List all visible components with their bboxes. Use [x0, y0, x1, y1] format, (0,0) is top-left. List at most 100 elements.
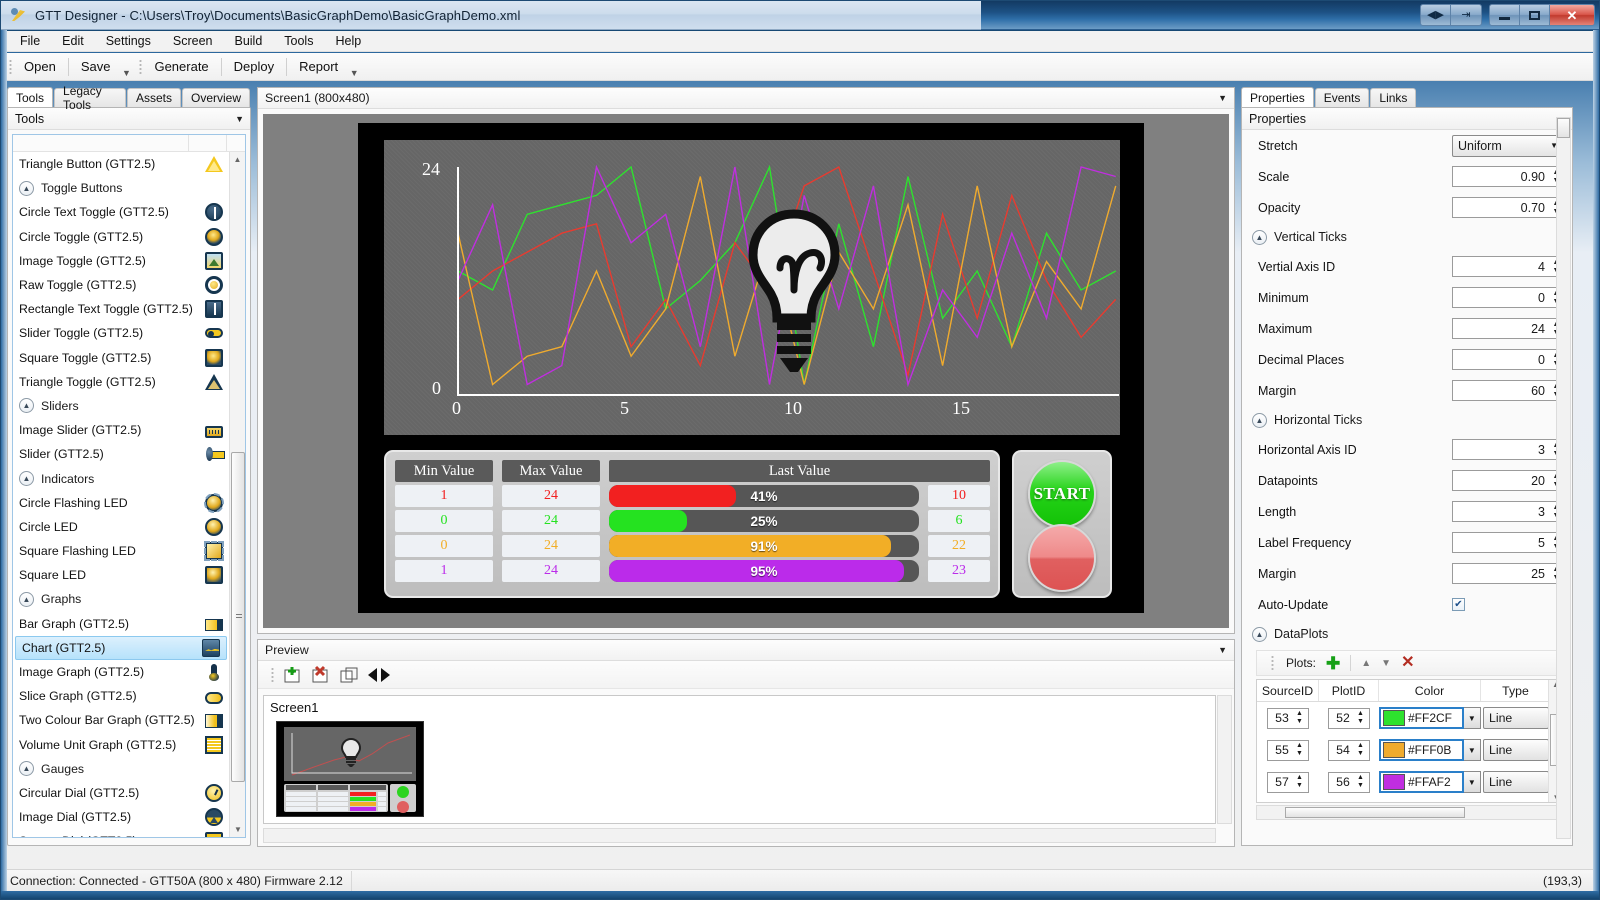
menu-screen[interactable]: Screen: [164, 32, 222, 50]
prev-next-screen-icons[interactable]: [366, 665, 394, 685]
tool-item-slider-gtt2-5[interactable]: Slider (GTT2.5): [13, 442, 229, 466]
scale-stepper[interactable]: 0.90 ▲▼: [1452, 166, 1564, 187]
group-vertical-ticks[interactable]: ▲ Vertical Ticks: [1242, 223, 1572, 251]
tool-item-volume-unit-graph-gtt2-5[interactable]: Volume Unit Graph (GTT2.5): [13, 733, 229, 757]
chart-widget[interactable]: 24 0 0 5 10 15: [384, 140, 1120, 435]
toolbar-grip-2[interactable]: [137, 57, 145, 76]
scroll-down-icon[interactable]: ▼: [230, 822, 245, 837]
stepper-arrows-icon[interactable]: ▲▼: [1296, 710, 1308, 726]
tools-group-graphs[interactable]: ▲ Graphs: [13, 587, 229, 611]
tools-group-toggle-buttons[interactable]: ▲ Toggle Buttons: [13, 176, 229, 200]
tools-group-indicators[interactable]: ▲ Indicators: [13, 466, 229, 490]
delete-plot-icon[interactable]: ✕: [1401, 655, 1414, 671]
restore-down-button[interactable]: ◀▶: [1421, 5, 1451, 25]
report-button[interactable]: Report: [289, 56, 348, 78]
values-panel[interactable]: Min Value Max Value Last Value 1 24 41% 10 0…: [384, 450, 1000, 598]
preview-horizontal-scrollbar[interactable]: [263, 828, 1216, 843]
minimize-button[interactable]: [1490, 5, 1520, 25]
tool-item-square-flashing-led[interactable]: Square Flashing LED: [13, 539, 229, 563]
tool-item-image-toggle-gtt2-5[interactable]: Image Toggle (GTT2.5): [13, 249, 229, 273]
tool-item-slice-graph-gtt2-5[interactable]: Slice Graph (GTT2.5): [13, 684, 229, 708]
tool-item-circle-toggle-gtt2-5[interactable]: Circle Toggle (GTT2.5): [13, 225, 229, 249]
preview-thumbnail[interactable]: [276, 721, 424, 817]
collapse-icon[interactable]: ▲: [1252, 626, 1267, 642]
tool-item-triangle-toggle-gtt2-5[interactable]: Triangle Toggle (GTT2.5): [13, 370, 229, 394]
move-plot-up-icon[interactable]: ▲: [1361, 658, 1371, 669]
tool-item-raw-toggle-gtt2-5[interactable]: Raw Toggle (GTT2.5): [13, 273, 229, 297]
generate-button[interactable]: Generate: [144, 56, 218, 78]
stepper-arrows-icon[interactable]: ▲▼: [1357, 742, 1369, 758]
toolbar-grip-1[interactable]: [7, 57, 14, 76]
menu-tools[interactable]: Tools: [275, 32, 322, 50]
plotid-stepper[interactable]: 52 ▲ ▼: [1328, 707, 1370, 729]
tab-events[interactable]: Events: [1314, 88, 1370, 107]
delete-screen-icon[interactable]: [310, 665, 332, 685]
tab-properties[interactable]: Properties: [1241, 87, 1314, 107]
stop-button[interactable]: [1028, 524, 1096, 592]
color-picker[interactable]: #FFF0B: [1379, 739, 1464, 761]
plotid-stepper[interactable]: 54 ▲ ▼: [1328, 739, 1370, 761]
tool-item-square-toggle-gtt2-5[interactable]: Square Toggle (GTT2.5): [13, 346, 229, 370]
menu-help[interactable]: Help: [326, 32, 370, 50]
collapse-icon[interactable]: ▲: [1252, 229, 1267, 245]
stepper-arrows-icon[interactable]: ▲▼: [1357, 710, 1369, 726]
close-button[interactable]: ✕: [1550, 5, 1594, 25]
tools-group-gauges[interactable]: ▲ Gauges: [13, 757, 229, 781]
collapse-icon[interactable]: ▲: [19, 471, 34, 487]
tool-item-image-dial-gtt2-5[interactable]: Image Dial (GTT2.5): [13, 805, 229, 829]
tools-list-scrollbar[interactable]: ▲ ▼: [229, 152, 245, 837]
sourceid-stepper[interactable]: 57 ▲ ▼: [1267, 771, 1309, 793]
tool-item-image-slider-gtt2-5[interactable]: Image Slider (GTT2.5): [13, 418, 229, 442]
menu-edit[interactable]: Edit: [53, 32, 93, 50]
field-stepper[interactable]: 4▲▼: [1452, 256, 1564, 277]
chevron-down-icon[interactable]: ▼: [1463, 739, 1481, 761]
field-stepper[interactable]: 0▲▼: [1452, 287, 1564, 308]
chevron-down-icon[interactable]: ▼: [235, 114, 244, 124]
chevron-down-icon[interactable]: ▼: [1463, 707, 1481, 729]
tools-list[interactable]: Triangle Button (GTT2.5) ▲ Toggle Buttons C…: [13, 152, 229, 837]
tab-overview[interactable]: Overview: [181, 88, 250, 107]
plotid-stepper[interactable]: 56 ▲ ▼: [1328, 771, 1370, 793]
type-dropdown[interactable]: Line: [1483, 707, 1549, 729]
auto-update-checkbox[interactable]: ✔: [1452, 598, 1465, 611]
tool-item-circular-dial-gtt2-5[interactable]: Circular Dial (GTT2.5): [13, 781, 229, 805]
toolbar-overflow-2[interactable]: ▼: [348, 56, 360, 78]
open-button[interactable]: Open: [14, 56, 66, 78]
stepper-arrows-icon[interactable]: ▲▼: [1357, 774, 1369, 790]
menu-build[interactable]: Build: [225, 32, 271, 50]
tool-item-square-led[interactable]: Square LED: [13, 563, 229, 587]
field-stepper[interactable]: 20▲▼: [1452, 470, 1564, 491]
stepper-arrows-icon[interactable]: ▲▼: [1296, 774, 1308, 790]
plots-hscroll-thumb[interactable]: [1285, 807, 1465, 818]
start-button[interactable]: START: [1028, 460, 1096, 528]
preview-body[interactable]: Screen1: [263, 695, 1216, 824]
properties-vertical-scrollbar[interactable]: [1556, 117, 1571, 839]
tool-item-bar-graph-gtt2-5[interactable]: Bar Graph (GTT2.5): [13, 612, 229, 636]
stepper-arrows-icon[interactable]: ▲▼: [1296, 742, 1308, 758]
tool-item-rectangle-text-toggle-gtt2-5[interactable]: Rectangle Text Toggle (GTT2.5): [13, 297, 229, 321]
preview-toolbar-grip[interactable]: [269, 665, 276, 684]
group-horizontal-ticks[interactable]: ▲ Horizontal Ticks: [1242, 406, 1572, 434]
color-picker[interactable]: #FF2CF: [1379, 707, 1464, 729]
group-dataplots[interactable]: ▲ DataPlots: [1242, 620, 1572, 648]
stretch-dropdown[interactable]: Uniform ▼: [1452, 134, 1564, 157]
preview-vertical-scrollbar[interactable]: [1217, 695, 1232, 824]
add-screen-icon[interactable]: [282, 665, 304, 685]
menu-settings[interactable]: Settings: [97, 32, 160, 50]
tool-item-two-colour-bar-graph-gtt2-5[interactable]: Two Colour Bar Graph (GTT2.5): [13, 708, 229, 732]
tool-item-circle-flashing-led[interactable]: Circle Flashing LED: [13, 491, 229, 515]
color-picker[interactable]: #FFAF2: [1379, 771, 1464, 793]
sourceid-stepper[interactable]: 55 ▲ ▼: [1267, 739, 1309, 761]
chevron-down-icon[interactable]: ▼: [1218, 93, 1227, 103]
tool-item-circle-led[interactable]: Circle LED: [13, 515, 229, 539]
tab-links[interactable]: Links: [1370, 88, 1417, 107]
field-stepper[interactable]: 24▲▼: [1452, 318, 1564, 339]
tools-group-sliders[interactable]: ▲ Sliders: [13, 394, 229, 418]
type-dropdown[interactable]: Line: [1483, 739, 1549, 761]
field-stepper[interactable]: 3▲▼: [1452, 501, 1564, 522]
deploy-button[interactable]: Deploy: [224, 56, 284, 78]
tool-item-triangle-button-gtt2-5[interactable]: Triangle Button (GTT2.5): [13, 152, 229, 176]
move-plot-down-icon[interactable]: ▼: [1381, 658, 1391, 669]
detach-button[interactable]: ⇥: [1451, 5, 1481, 25]
tool-item-circle-text-toggle-gtt2-5[interactable]: Circle Text Toggle (GTT2.5): [13, 200, 229, 224]
